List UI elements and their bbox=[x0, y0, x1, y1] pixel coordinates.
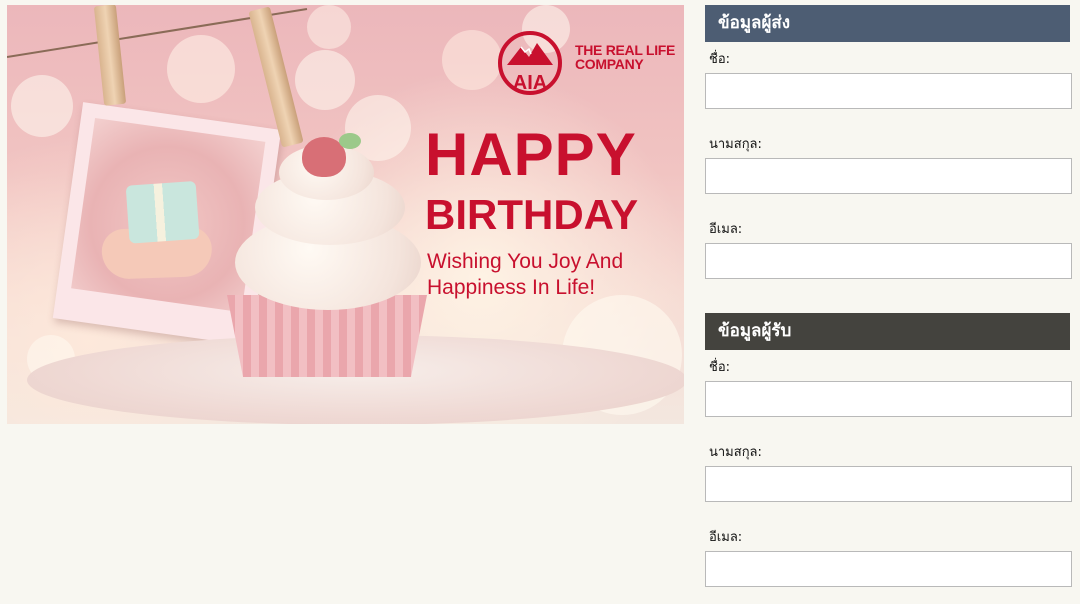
subheadline: BIRTHDAY bbox=[425, 191, 639, 238]
recipient-first-name-label: ชื่อ: bbox=[709, 360, 731, 375]
recipient-section-header: ข้อมูลผู้รับ bbox=[705, 313, 1070, 350]
sender-email-input[interactable] bbox=[705, 243, 1072, 279]
sender-last-name-input[interactable] bbox=[705, 158, 1072, 194]
tagline: THE REAL LIFE COMPANY bbox=[575, 43, 680, 71]
recipient-last-name-label: นามสกุล: bbox=[709, 445, 762, 460]
message: Wishing You Joy And Happiness In Life! bbox=[427, 249, 667, 301]
tagline-line2: COMPANY bbox=[575, 56, 644, 72]
recipient-last-name-input[interactable] bbox=[705, 466, 1072, 502]
gift-box bbox=[125, 180, 200, 244]
sender-first-name-input[interactable] bbox=[705, 73, 1072, 109]
sender-first-name-label: ชื่อ: bbox=[709, 52, 731, 67]
recipient-first-name-input[interactable] bbox=[705, 381, 1072, 417]
aia-logo-icon: AIA bbox=[498, 31, 562, 95]
sender-email-label: อีเมล: bbox=[709, 222, 743, 237]
message-line2: Happiness In Life! bbox=[427, 276, 596, 299]
message-line1: Wishing You Joy And bbox=[427, 250, 624, 273]
tagline-line1: THE REAL LIFE bbox=[575, 42, 676, 58]
photo-gift-in-hands bbox=[71, 117, 266, 313]
headline: HAPPY bbox=[425, 121, 637, 188]
recipient-email-label: อีเมล: bbox=[709, 530, 743, 545]
sender-last-name-label: นามสกุล: bbox=[709, 137, 762, 152]
sender-section-header: ข้อมูลผู้ส่ง bbox=[705, 5, 1070, 42]
page: AIA THE REAL LIFE COMPANY HAPPY BIRTHDAY… bbox=[0, 0, 1080, 604]
birthday-card-image: AIA THE REAL LIFE COMPANY HAPPY BIRTHDAY… bbox=[7, 5, 684, 424]
recipient-email-input[interactable] bbox=[705, 551, 1072, 587]
strawberry-leaf bbox=[339, 133, 361, 149]
logo-text: AIA bbox=[513, 72, 547, 94]
ecard-form: ข้อมูลผู้ส่ง ชื่อ: นามสกุล: อีเมล: ข้อมู… bbox=[705, 5, 1072, 587]
